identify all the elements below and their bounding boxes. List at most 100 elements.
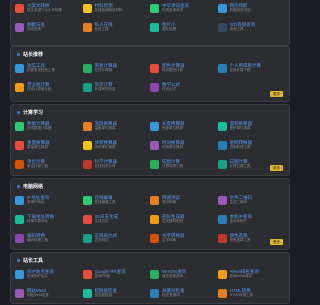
- tool-icon: [15, 270, 24, 279]
- tool-item[interactable]: 长度换算器 长度单位换算: [150, 119, 218, 138]
- tool-item[interactable]: 营业税计算 在线计算营业税: [15, 80, 83, 99]
- tool-icon: [217, 234, 227, 243]
- tool-desc: 查询Alexa排名: [229, 274, 253, 278]
- tool-item[interactable]: 房贷计算 计算房贷利息: [82, 80, 151, 99]
- tool-icon: [217, 215, 227, 224]
- tool-desc: 检查关键词: [162, 293, 180, 297]
- tool-item[interactable]: 进制转换器 进制转换工具: [217, 138, 286, 157]
- tool-item[interactable]: 下载地址转换 转换下载地址: [15, 212, 83, 231]
- section-title: 计算学习: [11, 105, 289, 119]
- tool-item[interactable]: 文字转换器 文字转换: [150, 231, 218, 250]
- tool-icon: [82, 160, 92, 169]
- tool-item[interactable]: 时间换算器 时间单位换算: [150, 138, 218, 157]
- tool-desc: 正则测试: [94, 238, 109, 242]
- tool-icon: [150, 270, 159, 279]
- tool-item[interactable]: 在线编辑 在线编辑工具: [82, 193, 151, 212]
- tool-icon: [150, 160, 159, 169]
- more-button[interactable]: 更多: [270, 165, 283, 171]
- tool-item[interactable]: 温度换算器 温度单位换算: [82, 119, 151, 138]
- tool-icon: [15, 160, 24, 169]
- tool-item[interactable]: 简易计算器 在线计算器: [82, 61, 151, 80]
- tool-item[interactable]: 重量换算器 重量单位换算: [15, 138, 83, 157]
- tool-item[interactable]: 翻翻与查 在线查询: [15, 20, 83, 39]
- tool-item[interactable]: 超链接检查 检查超链接: [82, 286, 151, 305]
- tool-desc: 在线查询: [27, 27, 41, 31]
- tool-item[interactable]: 大案文转换 将文本进行大小写转换: [15, 1, 83, 20]
- tool-item[interactable]: 网速测试 测试网速: [150, 193, 218, 212]
- tool-item[interactable]: 本机IP查询 查询本机IP: [217, 212, 286, 231]
- tool-item[interactable]: 体积换算器 体积单位换算: [82, 138, 151, 157]
- tool-desc: 计算成绩工具: [162, 164, 183, 168]
- tool-icon: [15, 122, 24, 131]
- tool-desc: 网站Meta信息: [27, 293, 49, 297]
- section-title-text: 站长推荐: [23, 51, 44, 58]
- tool-icon: [82, 64, 92, 73]
- tool-item[interactable]: Alexa排名查询 查询Alexa排名: [217, 267, 286, 286]
- tool-item[interactable]: 面积换算器 面积单位换算: [217, 119, 286, 138]
- tool-item[interactable]: 成绩计算 计算成绩工具: [150, 157, 218, 176]
- tool-desc: 网页配色计算: [162, 68, 183, 72]
- tool-item[interactable]: IIS日志生成 生成日志: [82, 212, 151, 231]
- tool-desc: 查询同IP站点: [27, 274, 48, 278]
- tool-icon: [82, 234, 92, 243]
- tool-desc: 生成二维码: [229, 200, 248, 204]
- tool-desc: 图片处理: [162, 27, 176, 31]
- tool-icon: [150, 4, 159, 13]
- tool-icon: [217, 4, 227, 13]
- tool-item[interactable]: 中华诗词查询 在线查询诗词: [150, 1, 218, 20]
- tool-item[interactable]: IP地址查询 查询IP地址: [15, 193, 83, 212]
- tool-desc: 域名信息查询: [162, 274, 183, 278]
- tool-item[interactable]: 同IP站点查询 查询同IP站点: [15, 267, 83, 286]
- tool-item[interactable]: 私人在线 在线工具: [82, 20, 151, 39]
- tool-icon: [82, 270, 92, 279]
- tool-icon: [150, 23, 159, 32]
- section-webmaster-tools: 站长工具 同IP站点查询 查询同IP站点 Google PR查询 查询PR值 WHO…: [10, 252, 290, 304]
- tool-item[interactable]: 文件二维码 生成二维码: [217, 193, 286, 212]
- tool-item[interactable]: 数据计算器 在线数据计算器: [15, 119, 83, 138]
- tool-item[interactable]: 短信工具 在线发送短信工具: [15, 61, 83, 80]
- tool-desc: 在线科学计算: [94, 164, 116, 168]
- tool-item[interactable]: 配色计算器 网页配色计算: [150, 61, 218, 80]
- tool-desc: 查询PR值: [94, 274, 110, 278]
- section-calc-learning: 计算学习 数据计算器 在线数据计算器 温度换算器 温度单位换算 长度换算器 长度单位换…: [10, 104, 290, 176]
- tool-item[interactable]: 关键词检查 检查关键词: [150, 286, 218, 305]
- tool-item[interactable]: ISO等级查询 查询工具: [217, 20, 286, 39]
- tool-desc: 在线计算器: [94, 68, 113, 72]
- tool-icon: [150, 196, 159, 205]
- tool-desc: 在线工具: [94, 27, 109, 31]
- tool-icon: [217, 23, 227, 32]
- more-button[interactable]: 更多: [270, 91, 283, 97]
- tool-desc: 查询工具: [229, 27, 244, 31]
- tool-desc: 进制转换工具: [229, 145, 251, 149]
- tool-item[interactable]: Google PR查询 查询PR值: [82, 267, 151, 286]
- bullet-icon: [17, 258, 20, 262]
- tool-icon: [82, 83, 92, 92]
- tool-item[interactable]: HTML转换 HTML转换工具: [217, 286, 286, 305]
- tool-icon: [217, 141, 227, 150]
- tool-item[interactable]: 网页抓取 抓取网页内容: [217, 1, 286, 20]
- tool-item[interactable]: 密码生成器 生成随机密码: [150, 212, 218, 231]
- section-top-tools: 大案文转换 将文本进行大小写转换 材料检测 在线检测网页材料 中华诗词查询 在线查询诗…: [10, 0, 290, 46]
- tool-desc: 颜色选择工具: [229, 238, 251, 242]
- tool-item[interactable]: 图片小 图片处理: [150, 20, 218, 39]
- tool-desc: 文字转换: [162, 238, 176, 242]
- tool-desc: 将文本进行大小写转换: [27, 8, 62, 12]
- tool-item[interactable]: 正则表达式 正则测试: [82, 231, 151, 250]
- bullet-icon: [17, 110, 20, 114]
- tool-desc: HTML转换工具: [229, 293, 254, 297]
- tool-item[interactable]: 材料检测 在线检测网页材料: [82, 1, 151, 20]
- tool-icon: [217, 196, 227, 205]
- tool-icon: [82, 289, 92, 298]
- tool-item[interactable]: 网站Meta 网站Meta信息: [15, 286, 83, 305]
- tool-item[interactable]: 编码转换 编码转换工具: [15, 231, 83, 250]
- more-button[interactable]: 更多: [270, 239, 283, 245]
- tool-item[interactable]: 数学公式 在线公式: [150, 80, 218, 99]
- tool-desc: 生成随机密码: [162, 219, 183, 223]
- tool-icon: [150, 215, 159, 224]
- tool-item[interactable]: 个人所得税计算 在线计算个税: [217, 61, 286, 80]
- tool-desc: 查询IP地址: [27, 200, 45, 204]
- tool-item[interactable]: 单位计算 单位计算工具: [15, 157, 83, 176]
- tool-item[interactable]: WHOIS查询 域名信息查询: [150, 267, 218, 286]
- tool-desc: 重量单位换算: [27, 145, 48, 149]
- tool-item[interactable]: 科学计算器 在线科学计算: [82, 157, 151, 176]
